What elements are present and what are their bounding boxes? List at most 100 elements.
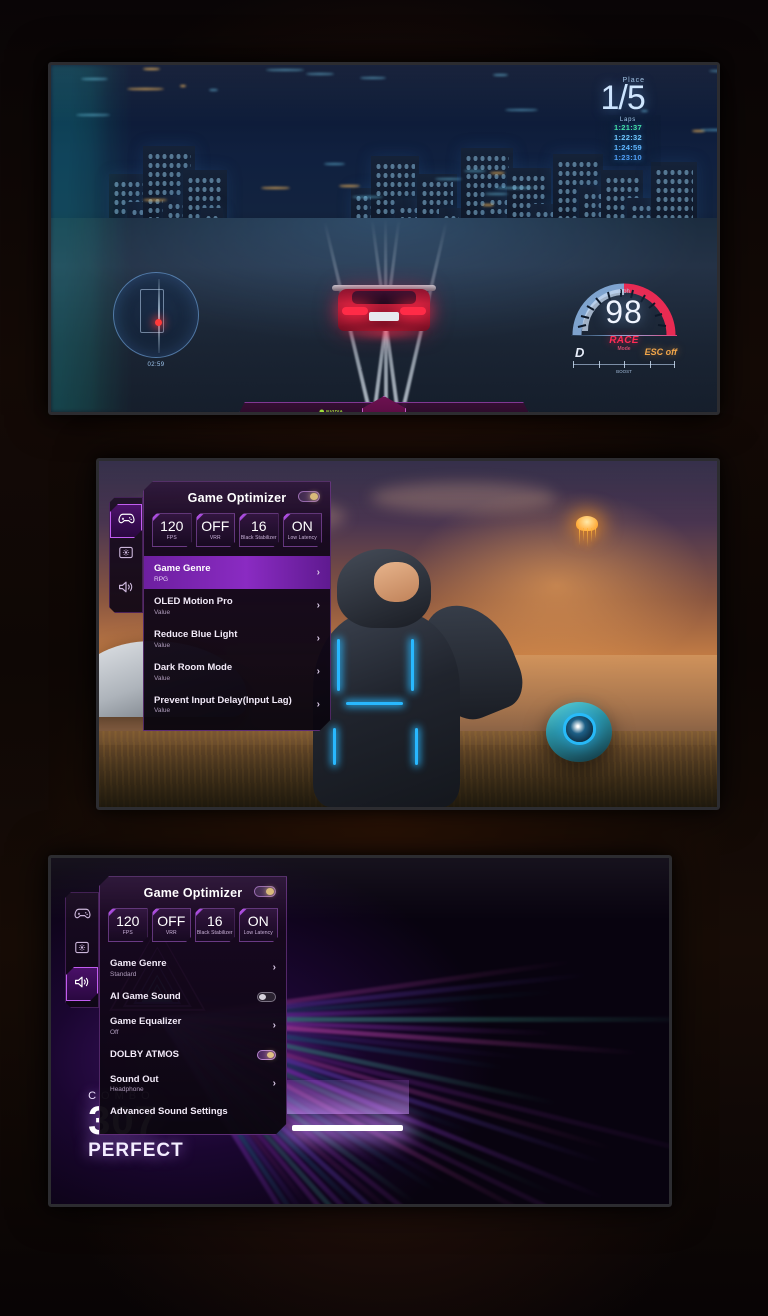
optimizer-stat-tile[interactable]: ON Low Latency xyxy=(239,908,279,942)
note-pad xyxy=(292,1125,403,1131)
optimizer-stat-tiles: 120 FPS OFF VRR 16 Black Stabilizer ON Low Late… xyxy=(144,513,330,556)
optimizer-tab-picture[interactable] xyxy=(66,933,98,967)
stat-value: 120 xyxy=(239,410,301,412)
character-face xyxy=(374,562,419,601)
tile-value: OFF xyxy=(201,519,229,533)
optimizer-menu-row[interactable]: Prevent Input Delay(Input Lag) Value › xyxy=(144,688,330,721)
optimizer-menu-row[interactable]: Game Equalizer Off › xyxy=(100,1009,286,1042)
boost-meter: BOOST xyxy=(573,361,675,369)
car-plate xyxy=(369,312,399,321)
tile-value: 120 xyxy=(160,519,183,533)
chevron-right-icon: › xyxy=(273,1020,276,1031)
optimizer-stat-tile[interactable]: 120 FPS xyxy=(108,908,148,942)
optimizer-tab-sound[interactable] xyxy=(110,572,142,606)
cloud xyxy=(371,482,556,513)
place-indicator: Place 1/5 xyxy=(600,77,645,113)
tile-corner xyxy=(109,909,116,916)
row-text: AI Game Sound xyxy=(110,991,257,1003)
optimizer-menu-row[interactable]: AI Game Sound xyxy=(100,984,286,1009)
optimizer-tab-sound[interactable] xyxy=(66,967,98,1001)
tile-label: VRR xyxy=(210,535,221,541)
row-text: Game Equalizer Off xyxy=(110,1016,273,1036)
optimizer-menu-list: Game Genre Standard › AI Game Sound Game Equ… xyxy=(100,951,286,1134)
optimizer-stat-tile[interactable]: 16 Black Stabilizer xyxy=(195,908,235,942)
optimizer-title: Game Optimizer xyxy=(144,886,243,900)
row-text: Prevent Input Delay(Input Lag) Value xyxy=(154,695,317,715)
game-bar-stat[interactable]: ONLow Latency xyxy=(468,410,530,412)
car-taillight-right xyxy=(400,307,426,315)
stat-value: ⬤ NVIDIAG-SYNC xyxy=(301,410,363,412)
tv-panel-scifi: Game Optimizer 120 FPS OFF VRR 16 Black Stabil… xyxy=(96,458,720,810)
row-sub: Standard xyxy=(110,971,273,978)
display-icon xyxy=(119,546,133,564)
optimizer-menu-row[interactable]: Advanced Sound Settings xyxy=(100,1099,286,1124)
player-car xyxy=(332,273,436,335)
speaker-icon xyxy=(74,975,90,994)
character-torso xyxy=(313,612,460,807)
optimizer-stat-tile[interactable]: OFF VRR xyxy=(152,908,192,942)
chevron-right-icon: › xyxy=(317,633,320,644)
optimizer-stat-tile[interactable]: 16 Black Stabilizer xyxy=(239,513,279,547)
game-bar-stat[interactable]: ⬤ NVIDIAG-SYNCVRR xyxy=(301,410,363,412)
tile-label: FPS xyxy=(167,535,177,541)
optimizer-stat-tiles: 120 FPS OFF VRR 16 Black Stabilizer ON Low Late… xyxy=(100,908,286,951)
chevron-right-icon: › xyxy=(317,699,320,710)
row-name: Game Genre xyxy=(154,563,317,575)
row-text: DOLBY ATMOS xyxy=(110,1049,257,1061)
row-sub: Value xyxy=(154,707,317,714)
game-optimizer-panel-picture: Game Optimizer 120 FPS OFF VRR 16 Black Stabil… xyxy=(109,481,331,731)
optimizer-stat-tile[interactable]: 120 FPS xyxy=(152,513,192,547)
optimizer-stat-tile[interactable]: OFF VRR xyxy=(196,513,236,547)
lap-time: 1:21:37 xyxy=(599,123,657,133)
optimizer-menu-list: Game Genre RPG › OLED Motion Pro Value › Reduc… xyxy=(144,556,330,730)
optimizer-menu-row[interactable]: DOLBY ATMOS xyxy=(100,1042,286,1067)
row-sub: Value xyxy=(154,609,317,616)
row-text: OLED Motion Pro Value xyxy=(154,596,317,616)
row-sub: Value xyxy=(154,642,317,649)
speedometer: mph 98 RACE Mode D ESC off BOOST xyxy=(565,261,683,373)
optimizer-menu-row[interactable]: Reduce Blue Light Value › xyxy=(144,622,330,655)
chevron-right-icon: › xyxy=(317,600,320,611)
row-toggle[interactable] xyxy=(257,992,276,1002)
row-toggle[interactable] xyxy=(257,1050,276,1060)
lap-times: Laps 1:21:37 1:22:32 1:24:59 1:23:10 xyxy=(595,115,661,166)
car-taillight-left xyxy=(342,307,368,315)
row-text: Reduce Blue Light Value xyxy=(154,629,317,649)
place-current: 1 xyxy=(600,79,618,117)
row-sub: Headphone xyxy=(110,1086,273,1093)
optimizer-master-toggle[interactable] xyxy=(298,491,320,502)
chevron-right-icon: › xyxy=(273,962,276,973)
place-total: 5 xyxy=(627,79,645,117)
fire-jellyfish xyxy=(566,516,606,546)
optimizer-menu-row[interactable]: Game Genre Standard › xyxy=(100,951,286,984)
row-text: Advanced Sound Settings xyxy=(110,1106,276,1118)
row-text: Game Genre RPG xyxy=(154,563,317,583)
game-bar-stat[interactable]: 120FPS xyxy=(239,410,301,412)
stat-value: 16 xyxy=(406,410,468,412)
tile-corner xyxy=(284,514,291,521)
tile-label: Black Stabilizer xyxy=(197,930,233,936)
optimizer-master-toggle[interactable] xyxy=(254,886,276,897)
optimizer-tab-game[interactable] xyxy=(110,504,142,538)
scifi-screen: Game Optimizer 120 FPS OFF VRR 16 Black Stabil… xyxy=(99,461,717,807)
gamepad-icon xyxy=(74,907,91,925)
game-bar-stat[interactable]: 16Black Stabilizer xyxy=(406,410,468,412)
optimizer-menu-row[interactable]: Game Genre RPG › xyxy=(144,556,330,589)
chevron-right-icon: › xyxy=(317,666,320,677)
esc-status: ESC off xyxy=(645,347,677,357)
note-pad-glow xyxy=(286,1080,410,1114)
optimizer-stat-tile[interactable]: ON Low Latency xyxy=(283,513,323,547)
place-value: 1/5 xyxy=(600,84,645,113)
row-name: Sound Out xyxy=(110,1074,273,1086)
display-icon xyxy=(75,941,89,959)
tile-corner xyxy=(153,514,160,521)
row-text: Dark Room Mode Value xyxy=(154,662,317,682)
chevron-right-icon: › xyxy=(273,1078,276,1089)
stat-value: ON xyxy=(468,410,530,412)
optimizer-menu-row[interactable]: Sound Out Headphone › xyxy=(100,1067,286,1100)
optimizer-tab-picture[interactable] xyxy=(110,538,142,572)
optimizer-menu-row[interactable]: Dark Room Mode Value › xyxy=(144,655,330,688)
optimizer-menu-row[interactable]: OLED Motion Pro Value › xyxy=(144,589,330,622)
optimizer-tab-game[interactable] xyxy=(66,899,98,933)
combo-rating: PERFECT xyxy=(88,1140,184,1162)
